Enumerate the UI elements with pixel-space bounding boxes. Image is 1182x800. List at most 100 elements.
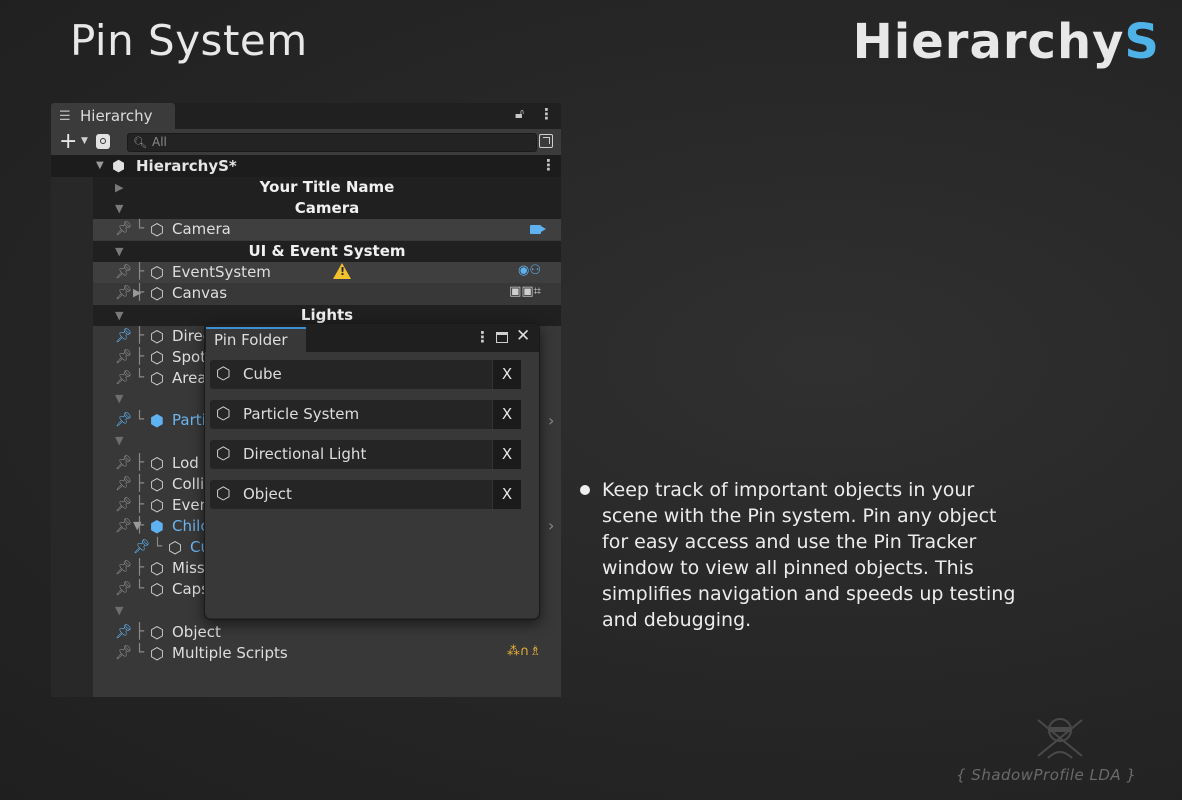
tab-hierarchy-label: Hierarchy <box>80 107 153 125</box>
pin-item-label: Particle System <box>243 405 360 423</box>
tree-line: └ <box>135 579 145 597</box>
tree-line: ├ <box>135 495 145 513</box>
chevron-right-icon[interactable]: › <box>548 516 554 535</box>
lock-icon[interactable]: 🔓︎ <box>515 106 524 122</box>
pin-folder-window: Pin Folder ⋮ ✕ ⬡ Cube X ⬡ Particle Syste… <box>204 323 540 620</box>
pin-icon[interactable]: 📌︎ <box>115 349 133 365</box>
row-label: Lod <box>172 454 199 472</box>
pin-item[interactable]: ⬡ Cube X <box>210 360 521 389</box>
pin-item[interactable]: ⬡ Directional Light X <box>210 440 521 469</box>
pin-icon[interactable]: 📌︎ <box>133 539 151 555</box>
row-label: Miss <box>172 559 205 577</box>
pin-item[interactable]: ⬡ Object X <box>210 480 521 509</box>
hierarchy-row-canvas[interactable]: 📌︎ ├ ▶ ⬡ Canvas ▣▣⌗ <box>93 283 561 304</box>
pin-icon[interactable]: 📌︎ <box>115 370 133 386</box>
chevron-right-icon[interactable]: › <box>548 411 554 430</box>
remove-pin-button[interactable]: X <box>492 360 521 389</box>
warning-icon <box>333 263 351 279</box>
more-options-icon[interactable]: ⋮ <box>475 328 490 346</box>
chevron-down-icon[interactable]: ▼ <box>81 136 88 146</box>
pin-item-label: Object <box>243 485 292 503</box>
expand-arrow-icon[interactable]: ▼ <box>115 604 123 617</box>
hierarchy-row-multiple-scripts[interactable]: 📌︎ └ ⬡ Multiple Scripts ⁂∩♗ <box>93 643 561 664</box>
pin-icon[interactable]: 📌︎ <box>115 221 133 237</box>
tree-line: ├ <box>135 622 145 640</box>
filter-badge-icon[interactable] <box>96 134 110 149</box>
remove-pin-button[interactable]: X <box>492 480 521 509</box>
scene-row[interactable]: ▼ ⬢ HierarchyS* ⋮ <box>51 155 561 177</box>
add-button[interactable]: + <box>59 129 77 155</box>
search-input[interactable]: 🔍︎ All <box>127 133 537 152</box>
cube-icon: ⬡ <box>216 364 231 384</box>
row-label: Multiple Scripts <box>172 644 288 662</box>
pin-icon[interactable]: 📌︎ <box>115 328 133 344</box>
pin-icon[interactable]: 📌︎ <box>115 455 133 471</box>
cube-icon: ⬡ <box>150 369 164 388</box>
cube-icon: ⬡ <box>216 484 231 504</box>
cube-icon: ⬡ <box>216 444 231 464</box>
hierarchy-tabbar: ☰ Hierarchy 🔓︎ ⋮ <box>51 103 561 129</box>
pin-icon[interactable]: 📌︎ <box>115 518 133 534</box>
cube-icon: ⬡ <box>150 623 164 642</box>
pin-icon[interactable]: 📌︎ <box>115 264 133 280</box>
pin-icon[interactable]: 📌︎ <box>115 581 133 597</box>
pin-icon[interactable]: 📌︎ <box>115 645 133 661</box>
pin-folder-list: ⬡ Cube X ⬡ Particle System X ⬡ Direction… <box>205 352 539 618</box>
row-label: Parti <box>172 411 206 429</box>
row-label: Camera <box>172 220 231 238</box>
credit-text: { ShadowProfile LDA } <box>956 766 1137 784</box>
expand-arrow-icon[interactable]: ▼ <box>96 160 104 171</box>
pin-icon[interactable]: 📌︎ <box>115 560 133 576</box>
cube-icon: ⬡ <box>216 404 231 424</box>
header-ui[interactable]: ▼ UI & Event System <box>93 241 561 262</box>
feature-description: Keep track of important objects in your … <box>602 479 1016 631</box>
scene-menu-icon[interactable]: ⋮ <box>541 156 556 174</box>
tab-pin-folder[interactable]: Pin Folder <box>206 327 306 352</box>
pin-icon[interactable]: 📌︎ <box>115 476 133 492</box>
pin-icon[interactable]: 📌︎ <box>115 412 133 428</box>
header-camera-label: Camera <box>294 199 360 217</box>
hierarchy-row-camera[interactable]: 📌︎ └ ⬡ Camera <box>93 219 561 240</box>
expand-arrow-icon[interactable]: ▼ <box>115 305 123 326</box>
header-title[interactable]: ▶ Your Title Name <box>93 177 561 198</box>
expand-arrow-icon[interactable]: ▼ <box>115 198 123 219</box>
hierarchy-row-object[interactable]: 📌︎ ├ ⬡ Object <box>93 622 561 643</box>
pin-icon[interactable]: 📌︎ <box>115 285 133 301</box>
cube-icon: ⬡ <box>150 263 164 282</box>
cube-icon: ⬡ <box>150 559 164 578</box>
close-icon[interactable]: ✕ <box>516 326 530 346</box>
cube-icon: ⬡ <box>150 580 164 599</box>
header-camera[interactable]: ▼ Camera <box>93 198 561 219</box>
expand-arrow-icon[interactable]: ▼ <box>115 241 123 262</box>
expand-arrow-icon[interactable]: ▼ <box>115 392 123 405</box>
tree-line: ├ <box>135 262 145 280</box>
maximize-icon[interactable] <box>496 332 508 343</box>
cube-icon: ⬡ <box>168 538 182 557</box>
header-lights-label: Lights <box>300 306 354 324</box>
remove-pin-button[interactable]: X <box>492 400 521 429</box>
pin-icon[interactable]: 📌︎ <box>115 624 133 640</box>
header-title-label: Your Title Name <box>259 178 395 196</box>
hierarchy-row-eventsystem[interactable]: 📌︎ ├ ⬡ EventSystem ◉⚇ <box>93 262 561 283</box>
row-label: Colli <box>172 475 205 493</box>
tree-line: └ <box>135 219 145 237</box>
unity-scene-icon: ⬢ <box>112 157 126 175</box>
cube-icon: ⬡ <box>150 454 164 473</box>
expand-arrow-icon[interactable]: ▼ <box>115 434 123 447</box>
tab-hierarchy[interactable]: ☰ Hierarchy <box>51 103 175 129</box>
pin-item[interactable]: ⬡ Particle System X <box>210 400 521 429</box>
expand-arrow-icon[interactable]: ▼ <box>133 519 141 532</box>
pin-item-label: Directional Light <box>243 445 367 463</box>
expand-arrow-icon[interactable]: ▶ <box>115 177 123 198</box>
cube-icon: ⬡ <box>150 348 164 367</box>
brand-accent: S <box>1124 14 1160 70</box>
scene-visibility-icon[interactable] <box>539 134 553 148</box>
cube-icon: ⬡ <box>150 644 164 663</box>
remove-pin-button[interactable]: X <box>492 440 521 469</box>
page-title: Pin System <box>70 16 308 65</box>
pin-folder-titlebar: Pin Folder ⋮ ✕ <box>205 324 539 352</box>
expand-arrow-icon[interactable]: ▶ <box>133 286 141 299</box>
brand-main: Hierarchy <box>852 14 1125 70</box>
more-options-icon[interactable]: ⋮ <box>539 105 554 123</box>
pin-icon[interactable]: 📌︎ <box>115 497 133 513</box>
